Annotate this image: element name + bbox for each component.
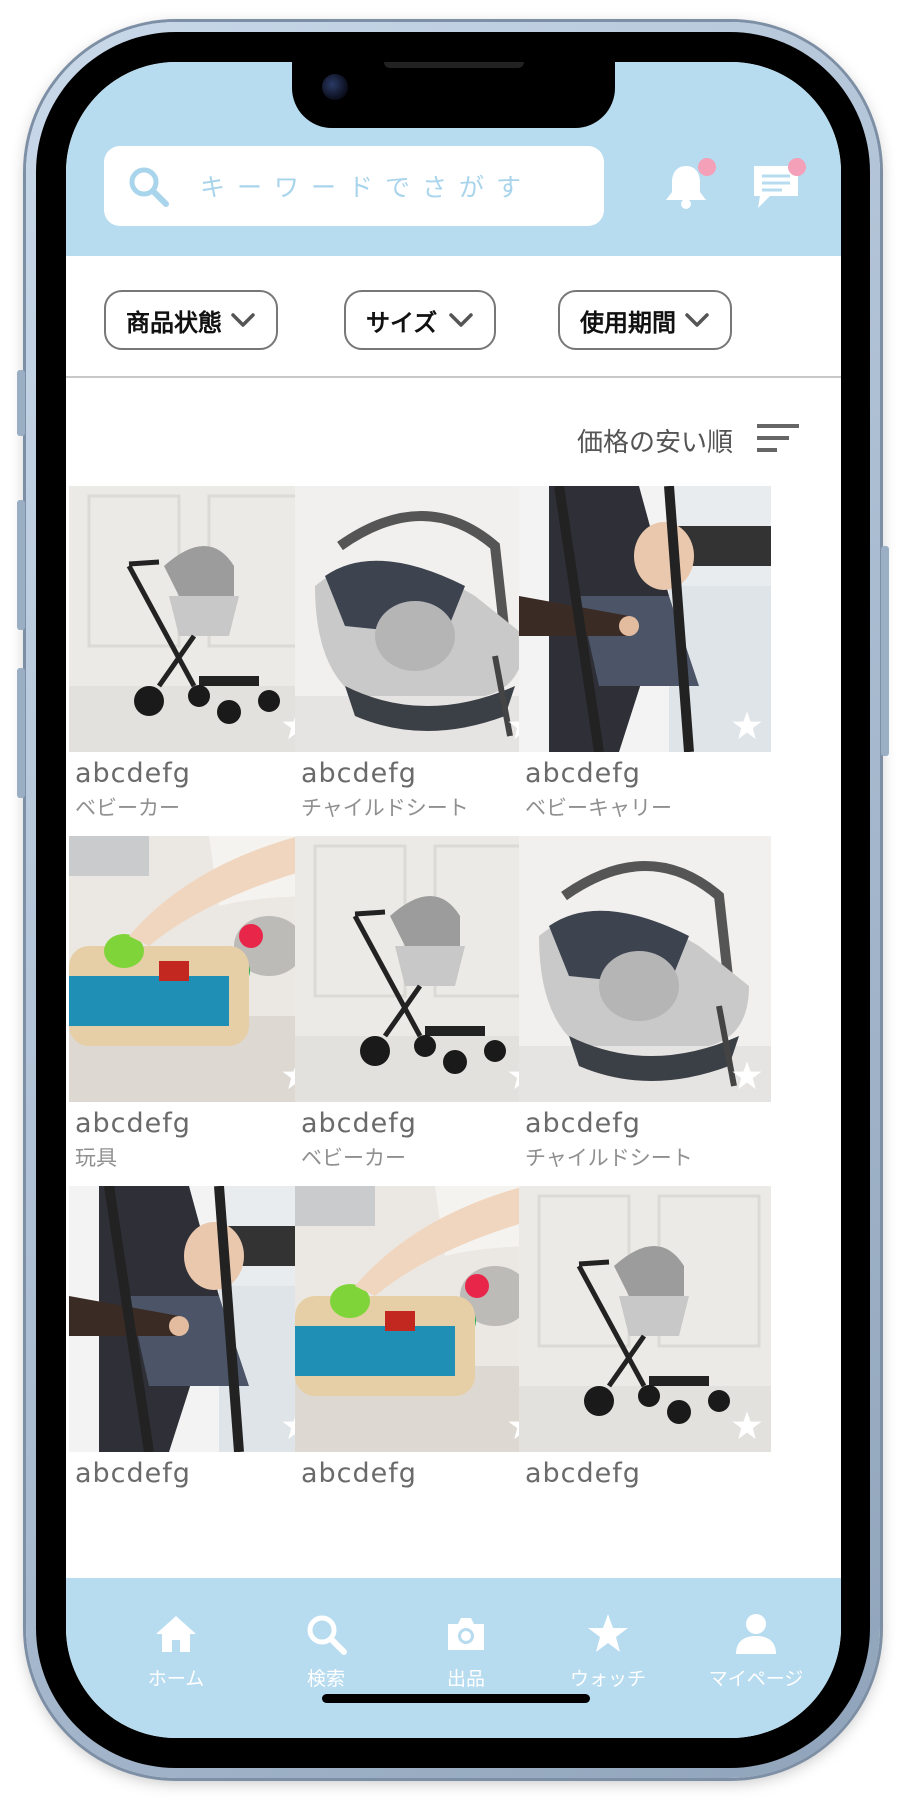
product-name: abcdefg — [525, 758, 641, 789]
speaker — [384, 62, 524, 68]
product-card[interactable]: abcdefg玩具￥1,120 — [69, 836, 321, 1234]
product-card[interactable]: abcdefg — [295, 1186, 547, 1584]
product-category: チャイルドシート — [301, 796, 469, 820]
product-card[interactable]: abcdefgベビーキャリー￥4,150 — [519, 486, 771, 884]
product-image — [295, 836, 547, 1102]
search-placeholder: キーワードでさがす — [200, 173, 534, 202]
chevron-down-icon — [231, 313, 255, 327]
product-name: abcdefg — [301, 1458, 417, 1489]
nav-watch[interactable]: ウォッチ — [548, 1612, 668, 1691]
filter-label: サイズ — [366, 308, 438, 337]
product-name: abcdefg — [75, 758, 191, 789]
sort-bar: 価格の安い順 — [66, 380, 841, 484]
product-category: ベビーキャリー — [525, 796, 672, 820]
product-name: abcdefg — [75, 1458, 191, 1489]
product-card[interactable]: abcdefgベビーカー￥8,000 — [295, 836, 547, 1234]
home-indicator — [322, 1694, 590, 1703]
filter-label: 商品状態 — [126, 308, 222, 337]
phone-volume-down-button — [17, 668, 25, 798]
nav-label: ホーム — [147, 1668, 205, 1690]
message-badge — [788, 158, 806, 176]
filter-label: 使用期間 — [580, 308, 676, 337]
search-icon — [307, 1615, 347, 1655]
product-category: 玩具 — [75, 1146, 117, 1170]
watch-star-icon[interactable] — [731, 1410, 763, 1442]
bottom-nav: ホーム 検索 出品 ウォッチ マイページ — [66, 1578, 841, 1738]
product-card[interactable]: abcdefg — [69, 1186, 321, 1584]
filter-condition[interactable]: 商品状態 — [104, 290, 278, 350]
nav-sell[interactable]: 出品 — [406, 1612, 526, 1691]
product-name: abcdefg — [75, 1108, 191, 1139]
nav-mypage[interactable]: マイページ — [696, 1612, 816, 1691]
product-image — [519, 486, 771, 752]
product-image — [295, 1186, 547, 1452]
phone-volume-up-button — [17, 500, 25, 630]
camera-icon — [448, 1618, 484, 1650]
nav-home[interactable]: ホーム — [116, 1612, 236, 1691]
front-camera — [322, 74, 348, 100]
product-card[interactable]: abcdefgチャイルドシート￥8,000 — [295, 486, 547, 884]
notification-button[interactable] — [660, 158, 716, 212]
product-name: abcdefg — [301, 758, 417, 789]
nav-label: ウォッチ — [569, 1668, 646, 1690]
product-card[interactable]: abcdefg — [519, 1186, 771, 1584]
product-name: abcdefg — [525, 1108, 641, 1139]
home-icon — [156, 1616, 196, 1652]
product-card[interactable]: abcdefgチャイルドシート￥8,000 — [519, 836, 771, 1234]
product-category: ベビーカー — [301, 1146, 406, 1170]
person-icon — [736, 1614, 776, 1654]
nav-search[interactable]: 検索 — [266, 1612, 386, 1691]
product-image — [69, 1186, 321, 1452]
phone-power-button — [881, 546, 889, 756]
search-bar[interactable]: キーワードでさがす — [104, 146, 604, 226]
watch-star-icon[interactable] — [731, 1060, 763, 1092]
product-name: abcdefg — [301, 1108, 417, 1139]
phone-side-button — [17, 370, 25, 436]
product-image — [519, 1186, 771, 1452]
star-icon — [588, 1614, 628, 1652]
product-card[interactable]: abcdefgベビーカー￥8,000 — [69, 486, 321, 884]
product-name: abcdefg — [525, 1458, 641, 1489]
chevron-down-icon — [685, 313, 709, 327]
nav-label: 検索 — [306, 1668, 345, 1690]
notch — [292, 62, 615, 128]
search-icon — [129, 167, 169, 207]
filter-bar: 商品状態 サイズ 使用期間 — [66, 256, 841, 378]
product-image — [69, 836, 321, 1102]
nav-label: マイページ — [708, 1668, 804, 1690]
nav-label: 出品 — [446, 1668, 485, 1690]
product-image — [69, 486, 321, 752]
sort-icon[interactable] — [755, 422, 801, 456]
sort-label[interactable]: 価格の安い順 — [577, 422, 733, 459]
message-button[interactable] — [750, 158, 806, 212]
product-category: チャイルドシート — [525, 1146, 693, 1170]
product-image — [519, 836, 771, 1102]
watch-star-icon[interactable] — [731, 710, 763, 742]
phone-screen: キーワードでさがす 商品状態 サイズ 使用期間 価格の安い順 abcdefg ベ… — [66, 62, 841, 1738]
product-image — [295, 486, 547, 752]
product-category: ベビーカー — [75, 796, 180, 820]
filter-size[interactable]: サイズ — [344, 290, 496, 350]
filter-usage-period[interactable]: 使用期間 — [558, 290, 732, 350]
chevron-down-icon — [449, 313, 473, 327]
notification-badge — [698, 158, 716, 176]
